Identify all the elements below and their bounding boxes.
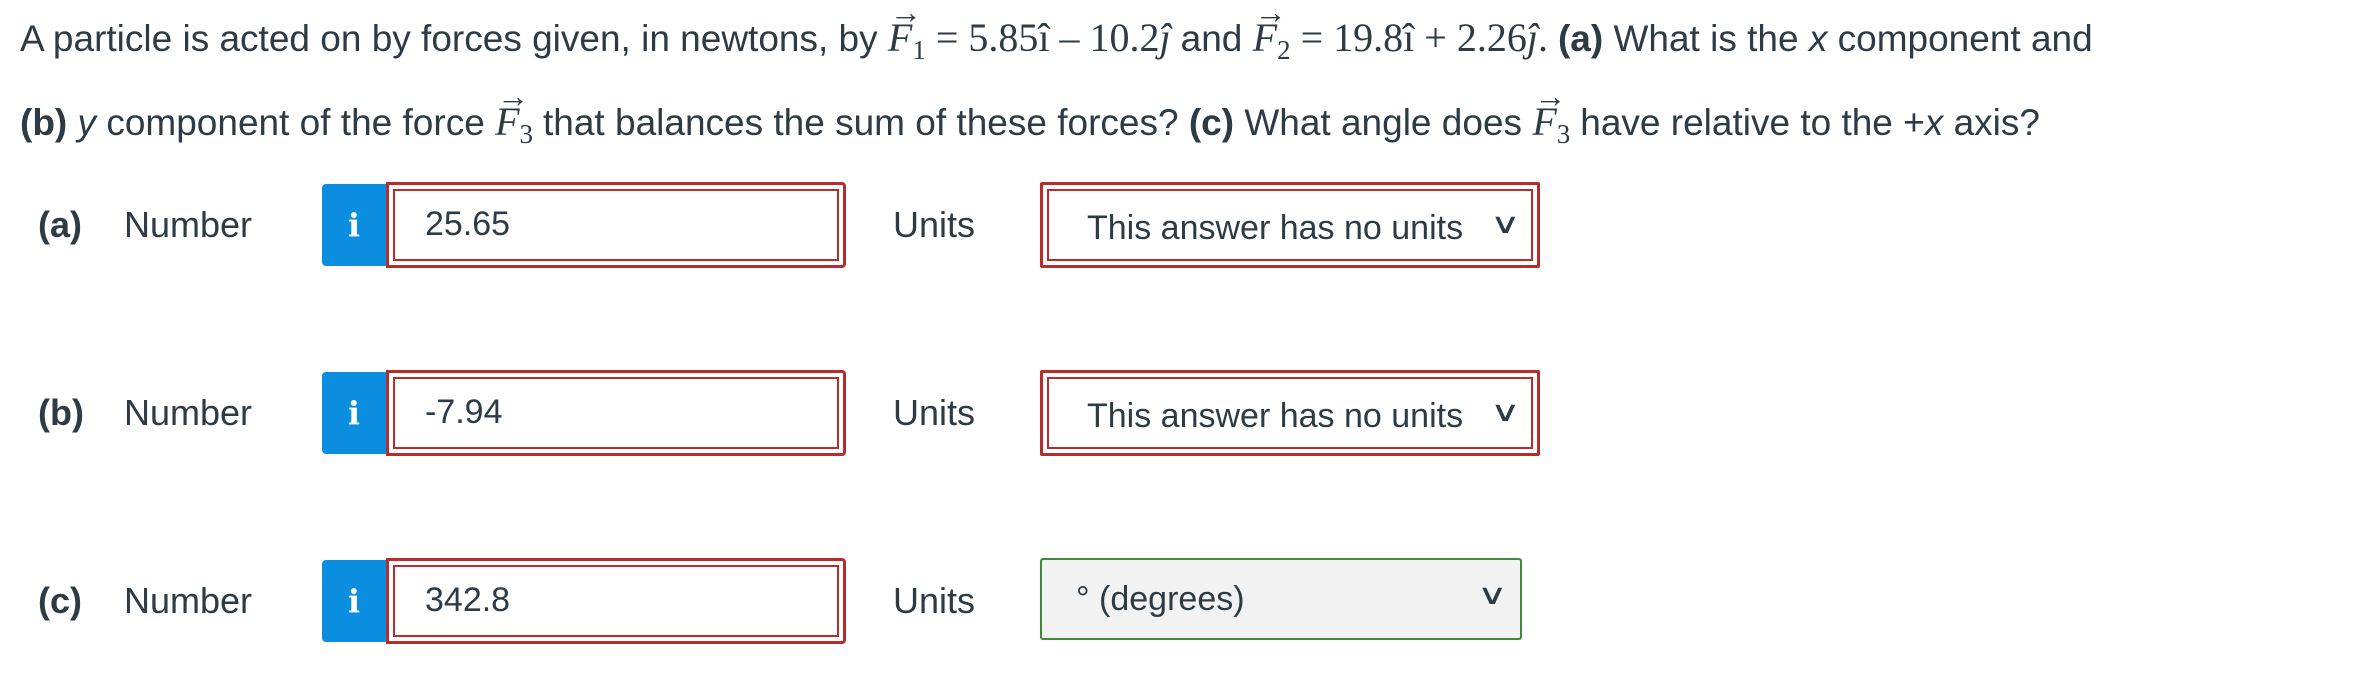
part-a-tag: (a) (1557, 18, 1604, 59)
units-selected-value: ° (degrees) (1076, 580, 1245, 618)
units-label: Units (893, 392, 976, 433)
number-input-c[interactable]: 342.8 (386, 558, 846, 644)
input-value: -7.94 (425, 393, 503, 431)
part-label: (a) (38, 204, 82, 245)
number-label: Number (124, 392, 253, 433)
chevron-down-icon: ∨ (1489, 396, 1521, 427)
input-value: 342.8 (425, 581, 511, 619)
part-b-tag: (b) (20, 102, 68, 143)
f1-components: = 5.85î – 10.2 (935, 15, 1160, 60)
answer-row-c: (c) Number i 342.8 Units ° (degrees) ∨ (0, 558, 2363, 648)
question-line-1: A particle is acted on by forces given, … (20, 0, 2350, 84)
units-selected-value: This answer has no units (1087, 397, 1464, 435)
part-label: (b) (38, 392, 84, 433)
chevron-down-icon: ∨ (1489, 208, 1521, 239)
info-icon[interactable]: i (322, 372, 386, 454)
force-f2-equation: → F2 = 19.8î + 2.26ĵ. (1253, 0, 1558, 65)
question-text: A particle is acted on by forces given, … (20, 0, 2350, 168)
vector-f3: → F3 (1532, 78, 1580, 149)
part-label: (c) (38, 580, 82, 621)
number-input-a[interactable]: 25.65 (386, 182, 846, 268)
question-intro: A particle is acted on by forces given, … (20, 18, 878, 59)
units-label: Units (893, 580, 976, 621)
units-select-b[interactable]: This answer has no units ∨ (1040, 370, 1540, 456)
vector-f2: → F (1253, 0, 1287, 72)
f2-components: = 19.8î + 2.26 (1300, 15, 1527, 60)
part-c-tag: (c) (1188, 102, 1235, 143)
units-select-c[interactable]: ° (degrees) ∨ (1040, 558, 1522, 640)
question-line-2: (b) y component of the force → F3 that ba… (20, 78, 2350, 168)
and-word: and (1180, 18, 1243, 59)
vector-f1: → F (888, 0, 922, 72)
vector-arrow-icon: → (1254, 0, 1287, 30)
units-selected-value: This answer has no units (1087, 209, 1464, 247)
info-icon[interactable]: i (322, 184, 386, 266)
vector-arrow-icon: → (1534, 78, 1567, 114)
force-f1-equation: → F1 = 5.85î – 10.2ĵ (888, 0, 1181, 65)
j-hat: ĵ (1526, 15, 1538, 60)
answer-row-a: (a) Number i 25.65 Units This answer has… (0, 182, 2363, 272)
vector-arrow-icon: → (889, 0, 922, 30)
info-icon[interactable]: i (322, 560, 386, 642)
units-select-a[interactable]: This answer has no units ∨ (1040, 182, 1540, 268)
number-label: Number (124, 580, 253, 621)
units-label: Units (893, 204, 976, 245)
number-input-b[interactable]: -7.94 (386, 370, 846, 456)
answer-row-b: (b) Number i -7.94 Units This answer has… (0, 370, 2363, 460)
chevron-down-icon: ∨ (1476, 579, 1508, 610)
j-hat: ĵ (1159, 15, 1171, 60)
vector-arrow-icon: → (497, 78, 530, 114)
number-label: Number (124, 204, 253, 245)
vector-f3: → F3 (495, 78, 543, 149)
input-value: 25.65 (425, 205, 511, 243)
